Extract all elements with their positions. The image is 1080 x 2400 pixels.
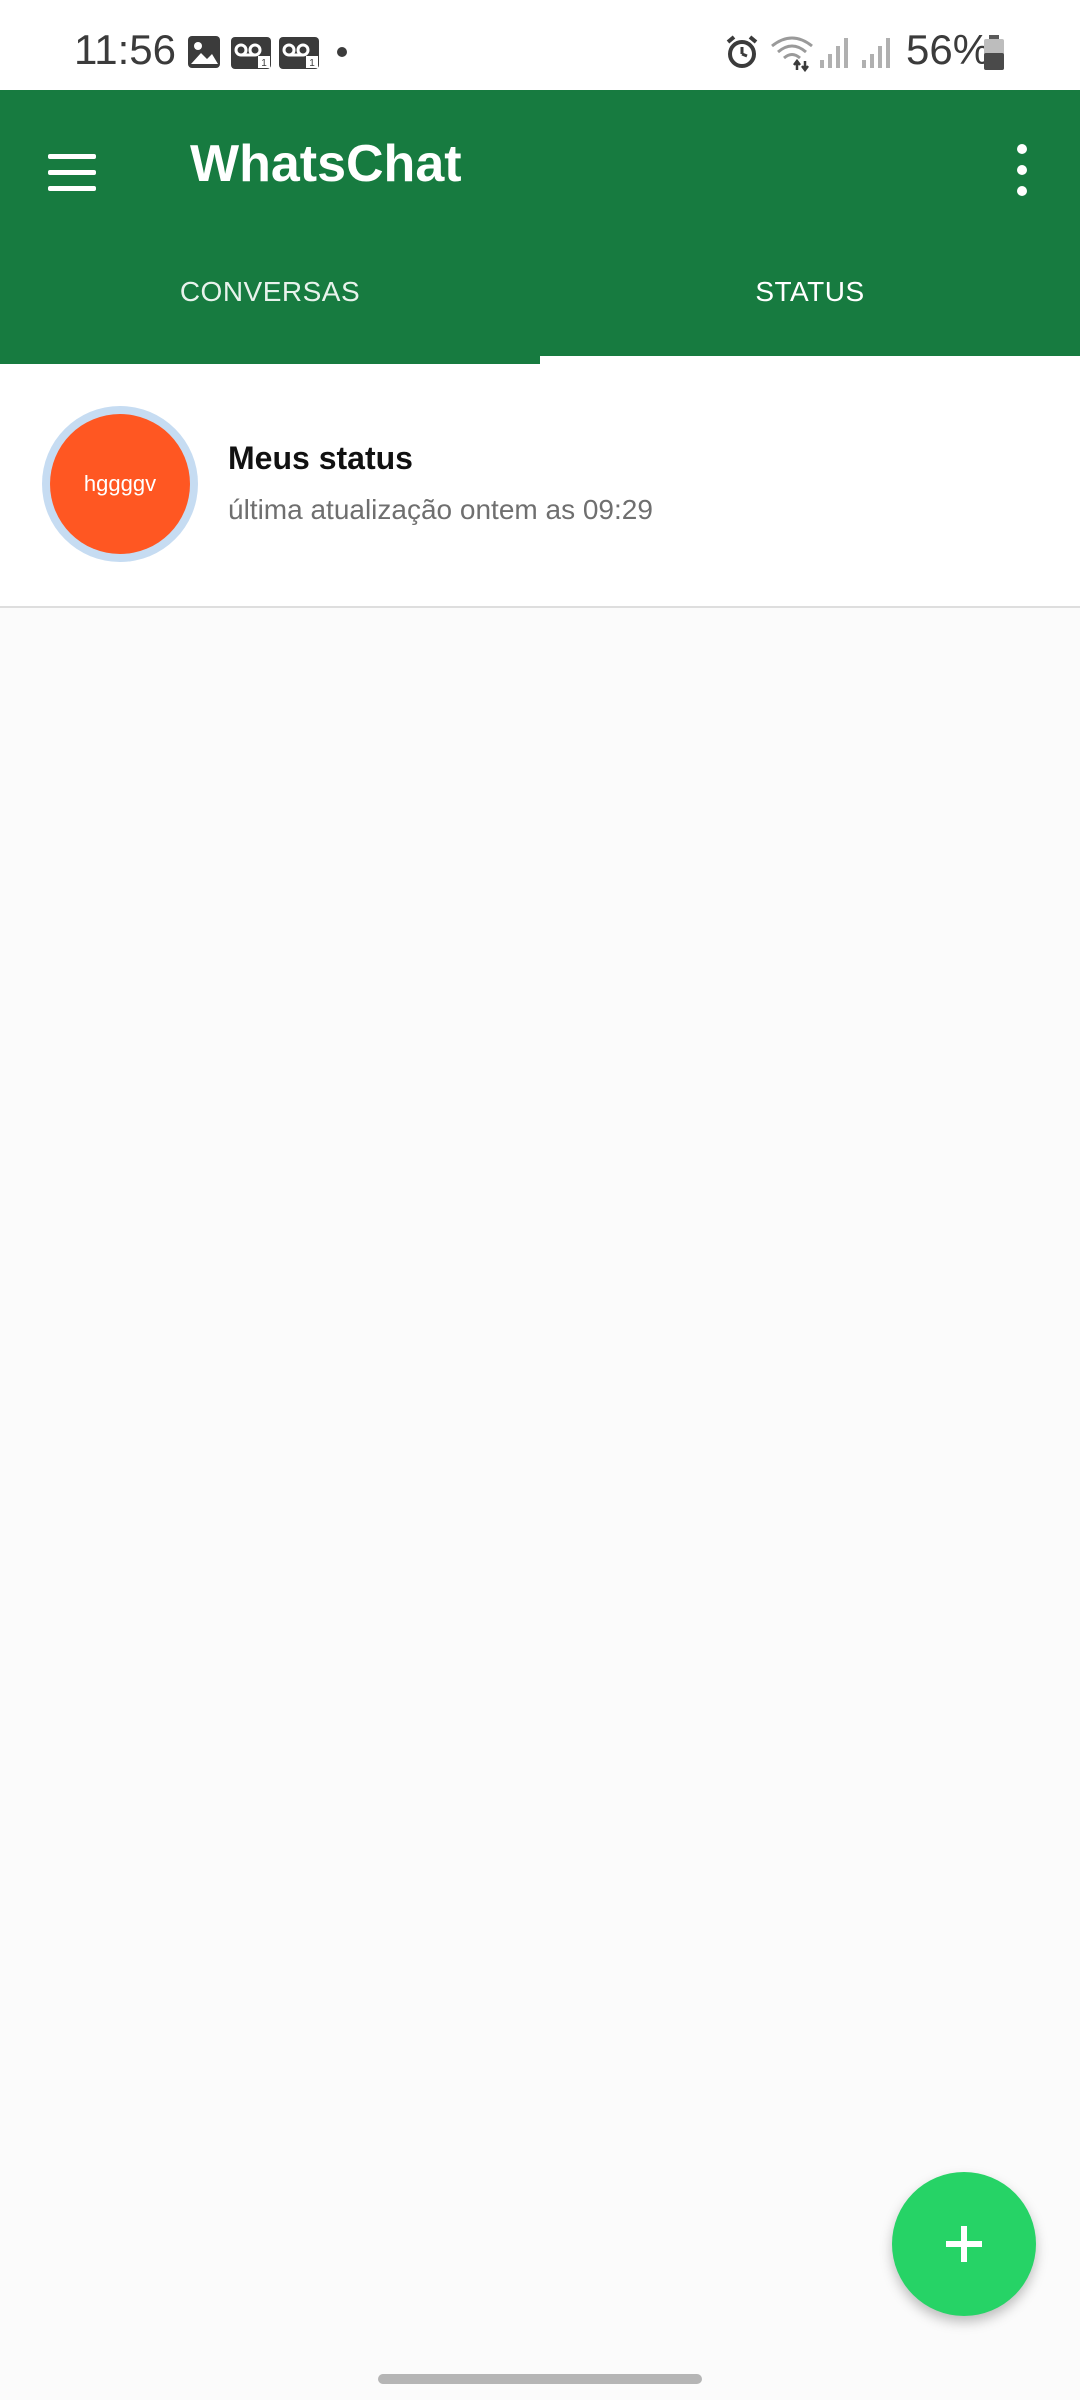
signal-icon (820, 38, 848, 68)
image-icon (188, 36, 220, 68)
add-status-button[interactable] (892, 2172, 1036, 2316)
signal-icon (862, 38, 890, 68)
app-bar: WhatsChat CONVERSAS STATUS (0, 90, 1080, 364)
svg-text:1: 1 (309, 58, 315, 69)
notification-dot-icon (337, 47, 347, 57)
home-indicator[interactable] (378, 2374, 702, 2384)
app-title: WhatsChat (190, 135, 462, 193)
tab-indicator (540, 356, 1080, 364)
my-status-row[interactable]: hggggv Meus status última atualização on… (0, 364, 1080, 606)
tab-conversas[interactable]: CONVERSAS (0, 260, 540, 364)
status-time: 11:56 (74, 26, 176, 73)
avatar: hggggv (50, 414, 190, 554)
tab-status[interactable]: STATUS (540, 260, 1080, 364)
alarm-icon (726, 35, 758, 68)
my-status-subtitle: última atualização ontem as 09:29 (228, 494, 653, 525)
my-status-title: Meus status (228, 440, 413, 476)
battery-icon (984, 35, 1004, 70)
wifi-icon (771, 36, 813, 72)
menu-icon[interactable] (36, 142, 108, 202)
svg-text:1: 1 (261, 58, 267, 69)
status-bar: 11:56 1 1 56% (0, 0, 1080, 90)
battery-percent: 56% (906, 26, 991, 73)
plus-icon (946, 2226, 982, 2262)
more-options-icon[interactable] (1002, 132, 1042, 212)
voicemail-icon: 1 (231, 37, 271, 69)
divider (0, 606, 1080, 608)
voicemail-icon: 1 (279, 37, 319, 69)
